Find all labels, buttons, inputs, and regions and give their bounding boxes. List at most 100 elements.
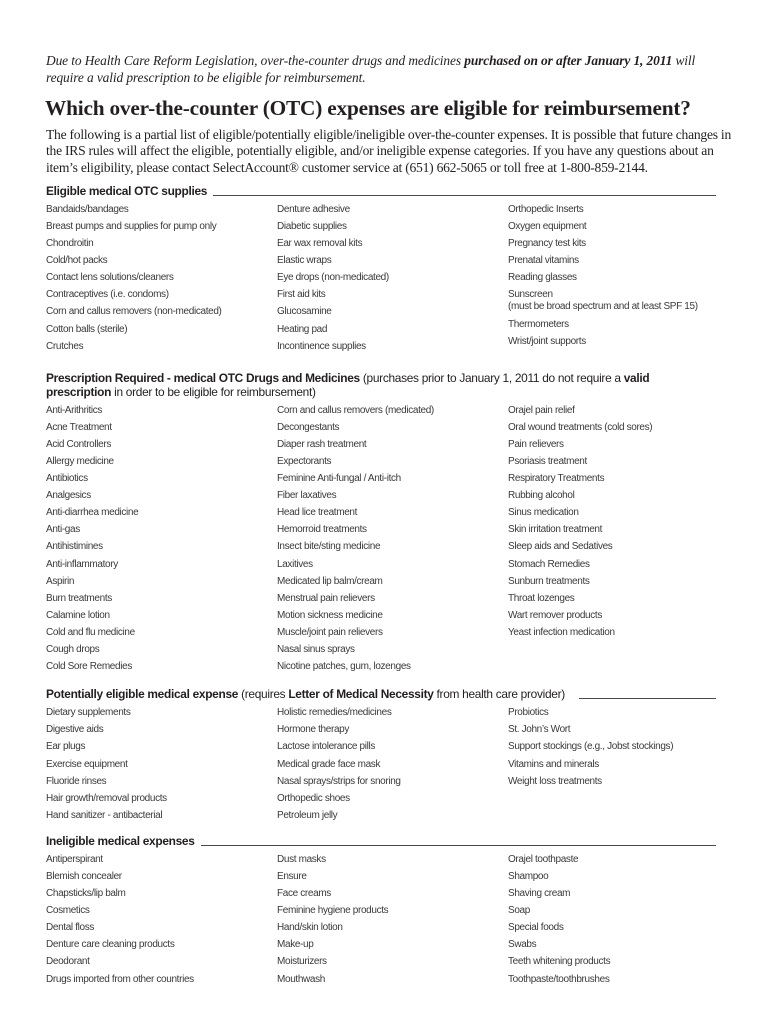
list-item: Vitamins and minerals — [508, 758, 599, 770]
list-item: Sunscreen (must be broad spectrum and at … — [508, 286, 718, 316]
list-item: Feminine Anti-fungal / Anti-itch — [277, 473, 401, 485]
list-item: Diabetic supplies — [277, 220, 347, 232]
list-item: Chapsticks/lip balm — [46, 888, 126, 900]
list-item: Hand sanitizer - antibacterial — [46, 809, 163, 821]
list-item: Reading glasses — [508, 272, 577, 284]
list-item: Orthopedic Inserts — [508, 203, 584, 215]
list-item: Deodorant — [46, 956, 90, 968]
list-item: Anti-inflammatory — [46, 558, 118, 570]
list-item: St. John’s Wort — [508, 724, 571, 736]
section-eligible: Eligible medical OTC supplies Bandaids/b… — [46, 184, 718, 355]
list-item: Drugs imported from other countries — [46, 973, 194, 985]
list-item: Stomach Remedies — [508, 558, 590, 570]
heading-note-end: in order to be eligible for reimbursemen… — [111, 384, 316, 399]
list-item: Anti-Arithritics — [46, 404, 103, 416]
column-1: Dietary supplements Digestive aids Ear plu… — [46, 704, 277, 824]
list-item: Cold/hot packs — [46, 255, 108, 267]
list-item: Hand/skin lotion — [277, 922, 343, 934]
list-item: Motion sickness medicine — [277, 609, 383, 621]
heading-note: (requires — [238, 687, 289, 702]
section-prescription-required: Prescription Required - medical OTC Drug… — [46, 371, 718, 676]
section-title: Eligible medical OTC supplies — [46, 183, 208, 198]
list-item: Allergy medicine — [46, 456, 114, 468]
list-item: Digestive aids — [46, 724, 104, 736]
list-item: Exercise equipment — [46, 758, 128, 770]
list-item: Insect bite/sting medicine — [277, 541, 381, 553]
list-item: Breast pumps and supplies for pump only — [46, 220, 217, 232]
column-2: Corn and callus removers (medicated) Deco… — [277, 402, 508, 676]
list-item: Antiperspirant — [46, 853, 103, 865]
list-item: Weight loss treatments — [508, 775, 602, 787]
list-item: Face creams — [277, 888, 331, 900]
list-item: Hair growth/removal products — [46, 792, 167, 804]
list-item: Thermometers — [508, 318, 569, 330]
column-3: Orajel toothpaste Shampoo Shaving cream Soa… — [508, 851, 718, 988]
list-item: Denture adhesive — [277, 203, 350, 215]
list-item: Wrist/joint supports — [508, 336, 586, 348]
list-item: Menstrual pain relievers — [277, 592, 375, 604]
list-item: Wart remover products — [508, 609, 602, 621]
section-heading-potential: Potentially eligible medical expense (re… — [46, 687, 716, 701]
page-title: Which over-the-counter (OTC) expenses ar… — [45, 96, 691, 120]
heading-rule — [213, 194, 716, 196]
list-item: Blemish concealer — [46, 870, 122, 882]
list-item: Acne Treatment — [46, 421, 112, 433]
list-item: Anti-diarrhea medicine — [46, 507, 139, 519]
heading-emphasis: Letter of Medical Necessity — [288, 687, 434, 702]
list-item: Incontinence supplies — [277, 340, 366, 352]
column-3: Orthopedic Inserts Oxygen equipment Pregna… — [508, 201, 718, 355]
column-1: Antiperspirant Blemish concealer Chapstick… — [46, 851, 277, 988]
list-item: Muscle/joint pain relievers — [277, 626, 383, 638]
list-item: Ear wax removal kits — [277, 238, 363, 250]
list-item: Antihistimines — [46, 541, 103, 553]
list-item: Sleep aids and Sedatives — [508, 541, 613, 553]
list-item: Glucosamine — [277, 306, 332, 318]
list-item: Antibiotics — [46, 473, 88, 485]
section-title: Prescription Required - medical OTC Drug… — [46, 370, 360, 385]
list-item: Teeth whitening products — [508, 956, 611, 968]
list-item: Denture care cleaning products — [46, 939, 175, 951]
heading-line-1: Prescription Required - medical OTC Drug… — [46, 371, 666, 399]
list-item: Nicotine patches, gum, lozenges — [277, 661, 411, 673]
list-item: Orajel pain relief — [508, 404, 575, 416]
column-3: Orajel pain relief Oral wound treatments … — [508, 402, 718, 676]
list-item: Cold and flu medicine — [46, 626, 135, 638]
column-2: Dust masks Ensure Face creams Feminine hygi… — [277, 851, 508, 988]
list-item: Make-up — [277, 939, 314, 951]
item-columns: Bandaids/bandages Breast pumps and suppli… — [46, 201, 718, 355]
heading-note-end: from health care provider) — [433, 687, 566, 702]
list-item: Eye drops (non-medicated) — [277, 272, 389, 284]
list-item: Heating pad — [277, 323, 328, 335]
section-potentially-eligible: Potentially eligible medical expense (re… — [46, 687, 718, 824]
list-item: Dental floss — [46, 922, 95, 934]
list-item: Prenatal vitamins — [508, 255, 579, 267]
list-item: Moisturizers — [277, 956, 327, 968]
list-item: Contact lens solutions/cleaners — [46, 272, 174, 284]
list-item: Bandaids/bandages — [46, 203, 129, 215]
list-item: Analgesics — [46, 490, 91, 502]
item-columns: Antiperspirant Blemish concealer Chapstick… — [46, 851, 718, 988]
list-item: Corn and callus removers (non-medicated) — [46, 306, 222, 318]
column-2: Denture adhesive Diabetic supplies Ear wax… — [277, 201, 508, 355]
list-item: Lactose intolerance pills — [277, 741, 375, 753]
list-item: Rubbing alcohol — [508, 490, 575, 502]
list-item: Support stockings (e.g., Jobst stockings… — [508, 741, 674, 753]
list-item: Aspirin — [46, 575, 75, 587]
list-item: Decongestants — [277, 421, 340, 433]
sunscreen-note: (must be broad spectrum and at least SPF… — [508, 301, 698, 313]
section-heading-prescription: Prescription Required - medical OTC Drug… — [46, 371, 716, 399]
intro-paragraph: The following is a partial list of eligi… — [46, 127, 732, 175]
list-item: Orthopedic shoes — [277, 792, 350, 804]
list-item: Medicated lip balm/cream — [277, 575, 383, 587]
list-item: Nasal sprays/strips for snoring — [277, 775, 401, 787]
section-ineligible: Ineligible medical expenses Antiperspira… — [46, 834, 718, 988]
list-item: Pregnancy test kits — [508, 238, 586, 250]
list-item: Diaper rash treatment — [277, 438, 367, 450]
list-item: Feminine hygiene products — [277, 905, 389, 917]
list-item: Corn and callus removers (medicated) — [277, 404, 434, 416]
column-2: Holistic remedies/medicines Hormone thera… — [277, 704, 508, 824]
list-item: Shaving cream — [508, 888, 571, 900]
list-item: Chondroitin — [46, 238, 94, 250]
list-item: Acid Controllers — [46, 438, 111, 450]
item-columns: Anti-Arithritics Acne Treatment Acid Contr… — [46, 402, 718, 676]
